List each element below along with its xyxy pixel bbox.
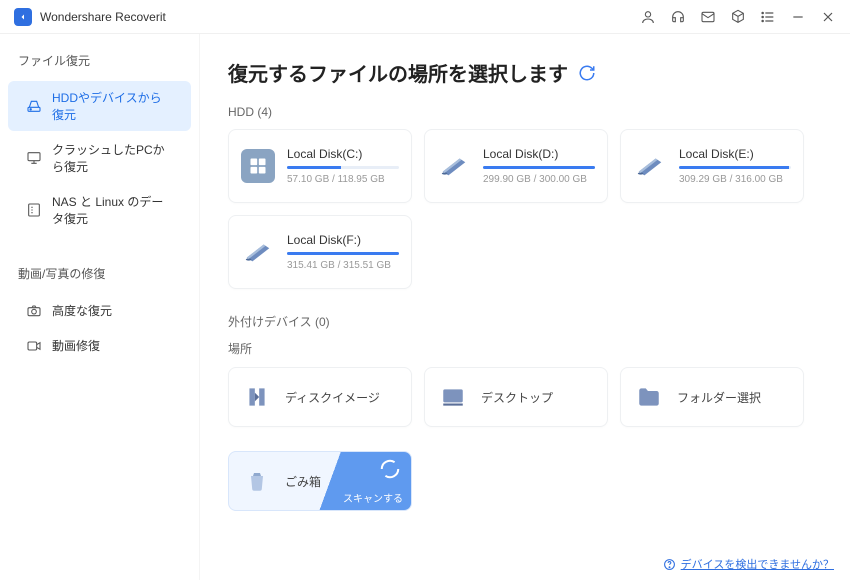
disk-usage-bar — [679, 166, 791, 169]
camera-icon — [26, 303, 42, 319]
disk-card[interactable]: Local Disk(F:) 315.41 GB / 315.51 GB — [228, 215, 412, 289]
disk-name: Local Disk(F:) — [287, 233, 399, 247]
close-icon[interactable] — [820, 9, 836, 25]
page-title: 復元するファイルの場所を選択します — [228, 58, 568, 87]
disk-size: 315.41 GB / 315.51 GB — [287, 260, 399, 271]
trash-label: ごみ箱 — [285, 473, 321, 490]
disk-usage-bar — [287, 166, 399, 169]
location-icon — [243, 383, 271, 411]
crashed-pc-icon — [26, 150, 42, 166]
location-label: ディスクイメージ — [285, 389, 380, 406]
video-icon — [26, 338, 42, 354]
titlebar: Wondershare Recoverit — [0, 0, 850, 34]
footer-help-text: デバイスを検出できませんか？ — [681, 556, 834, 572]
sidebar: ファイル復元 HDDやデバイスから復元 クラッシュしたPCから復元 NAS と … — [0, 34, 200, 580]
disk-card[interactable]: Local Disk(D:) 299.90 GB / 300.00 GB — [424, 129, 608, 203]
nas-icon — [26, 202, 42, 218]
refresh-icon[interactable] — [578, 64, 596, 82]
location-card[interactable]: デスクトップ — [424, 367, 608, 427]
disk-name: Local Disk(C:) — [287, 147, 399, 161]
trash-icon — [243, 467, 271, 495]
disk-name: Local Disk(D:) — [483, 147, 595, 161]
location-card[interactable]: フォルダー選択 — [620, 367, 804, 427]
mail-icon[interactable] — [700, 9, 716, 25]
disk-size: 309.29 GB / 316.00 GB — [679, 174, 791, 185]
disk-icon — [241, 149, 275, 183]
minimize-icon[interactable] — [790, 9, 806, 25]
app-title: Wondershare Recoverit — [40, 10, 166, 24]
disk-card[interactable]: Local Disk(E:) 309.29 GB / 316.00 GB — [620, 129, 804, 203]
hdd-section-label: HDD (4) — [228, 105, 822, 119]
sidebar-item-video-repair[interactable]: 動画修復 — [8, 329, 191, 362]
sidebar-item-label: NAS と Linux のデータ復元 — [52, 193, 173, 227]
scan-swirl-icon — [379, 458, 401, 480]
sidebar-group-media-repair: 動画/写真の修復 — [0, 265, 199, 292]
location-label: デスクトップ — [481, 389, 553, 406]
app-logo-icon — [14, 8, 32, 26]
disk-icon — [241, 235, 275, 269]
list-icon[interactable] — [760, 9, 776, 25]
sidebar-item-label: 動画修復 — [52, 337, 100, 354]
sidebar-item-label: HDDやデバイスから復元 — [52, 89, 173, 123]
disk-size: 299.90 GB / 300.00 GB — [483, 174, 595, 185]
disk-usage-bar — [287, 252, 399, 255]
locations-section-label: 場所 — [228, 340, 822, 357]
sidebar-group-file-recovery: ファイル復元 — [0, 52, 199, 79]
sidebar-item-nas-linux[interactable]: NAS と Linux のデータ復元 — [8, 185, 191, 235]
disk-name: Local Disk(E:) — [679, 147, 791, 161]
sidebar-item-label: クラッシュしたPCから復元 — [52, 141, 173, 175]
location-label: フォルダー選択 — [677, 389, 761, 406]
sidebar-item-hdd-device[interactable]: HDDやデバイスから復元 — [8, 81, 191, 131]
hdd-icon — [26, 98, 42, 114]
scan-label: スキャンする — [343, 490, 403, 505]
location-icon — [439, 383, 467, 411]
account-icon[interactable] — [640, 9, 656, 25]
location-icon — [635, 383, 663, 411]
external-section-label: 外付けデバイス (0) — [228, 313, 822, 330]
sidebar-item-advanced-recovery[interactable]: 高度な復元 — [8, 294, 191, 327]
disk-icon — [437, 149, 471, 183]
sidebar-item-crashed-pc[interactable]: クラッシュしたPCから復元 — [8, 133, 191, 183]
footer-help-link[interactable]: デバイスを検出できませんか？ — [663, 556, 834, 572]
main-content: 復元するファイルの場所を選択します HDD (4) Local Disk(C:)… — [200, 34, 850, 580]
cube-icon[interactable] — [730, 9, 746, 25]
disk-size: 57.10 GB / 118.95 GB — [287, 174, 399, 185]
sidebar-item-label: 高度な復元 — [52, 302, 112, 319]
location-card[interactable]: ディスクイメージ — [228, 367, 412, 427]
support-icon[interactable] — [670, 9, 686, 25]
location-trash[interactable]: ごみ箱 スキャンする — [228, 451, 412, 511]
disk-card[interactable]: Local Disk(C:) 57.10 GB / 118.95 GB — [228, 129, 412, 203]
disk-usage-bar — [483, 166, 595, 169]
disk-icon — [633, 149, 667, 183]
